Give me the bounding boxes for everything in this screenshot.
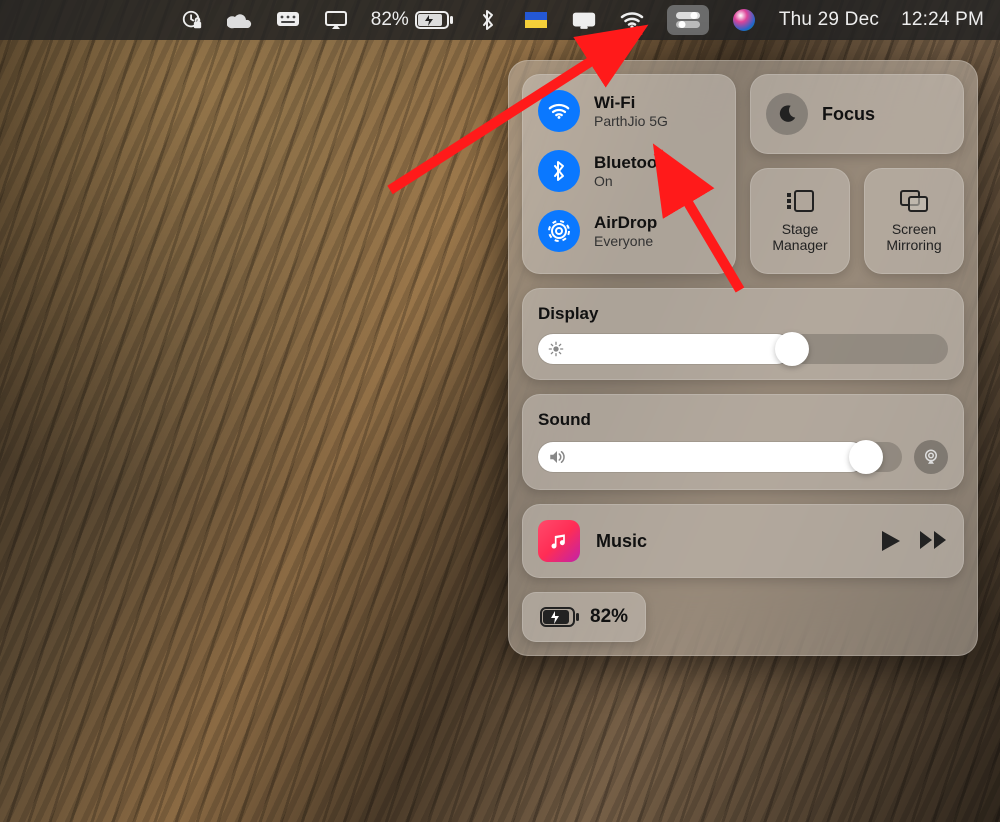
airdrop-row[interactable]: AirDrop Everyone [538, 210, 720, 252]
airdrop-subtitle: Everyone [594, 233, 657, 249]
small-tiles: StageManager ScreenMirroring [750, 168, 964, 274]
play-button[interactable] [882, 531, 900, 551]
display-menu-icon[interactable] [571, 7, 597, 33]
wifi-menu-icon[interactable] [619, 7, 645, 33]
airplay-menu-icon[interactable] [323, 7, 349, 33]
bluetooth-row[interactable]: Bluetooth On [538, 150, 720, 192]
battery-tile-icon [540, 607, 580, 627]
media-card[interactable]: Music [522, 504, 964, 578]
sound-card: Sound [522, 394, 964, 490]
connectivity-card: Wi-Fi ParthJio 5G Bluetooth On AirDrop E… [522, 74, 736, 274]
control-center-button[interactable] [667, 5, 709, 35]
display-title: Display [538, 304, 948, 324]
wifi-title: Wi-Fi [594, 93, 668, 113]
screen-mirroring-icon [899, 189, 929, 213]
control-center-panel: Wi-Fi ParthJio 5G Bluetooth On AirDrop E… [508, 60, 978, 656]
screen-mirroring-tile[interactable]: ScreenMirroring [864, 168, 964, 274]
bluetooth-title: Bluetooth [594, 153, 673, 173]
keyboard-input-icon[interactable] [275, 7, 301, 33]
stage-manager-icon [785, 189, 815, 213]
control-center-icon [676, 12, 700, 28]
stage-label-1: Stage [782, 221, 819, 237]
stage-label-2: Manager [772, 237, 827, 253]
battery-icon [415, 11, 453, 29]
focus-card[interactable]: Focus [750, 74, 964, 154]
wifi-row[interactable]: Wi-Fi ParthJio 5G [538, 90, 720, 132]
flag-icon[interactable] [523, 7, 549, 33]
bluetooth-menu-icon[interactable] [475, 7, 501, 33]
music-app-icon [538, 520, 580, 562]
airplay-audio-icon [922, 448, 940, 466]
menubar: 82% Thu 29 Dec 12:24 PM [0, 0, 1000, 40]
sound-airplay-button[interactable] [914, 440, 948, 474]
bluetooth-subtitle: On [594, 173, 673, 189]
battery-tile-label: 82% [590, 606, 628, 628]
siri-icon[interactable] [731, 7, 757, 33]
battery-row: 82% [522, 592, 964, 642]
forward-button[interactable] [920, 531, 948, 551]
stage-manager-tile[interactable]: StageManager [750, 168, 850, 274]
media-title: Music [596, 531, 866, 552]
speaker-icon [548, 449, 566, 465]
sound-title: Sound [538, 410, 948, 430]
battery-tile[interactable]: 82% [522, 592, 646, 642]
battery-percent-text: 82% [371, 9, 409, 31]
airdrop-icon [538, 210, 580, 252]
moon-icon [766, 93, 808, 135]
airdrop-title: AirDrop [594, 213, 657, 233]
display-card: Display [522, 288, 964, 380]
wifi-icon [538, 90, 580, 132]
mirror-label-1: Screen [892, 221, 936, 237]
battery-menu[interactable]: 82% [371, 9, 453, 31]
bluetooth-icon [538, 150, 580, 192]
wifi-subtitle: ParthJio 5G [594, 113, 668, 129]
sound-slider[interactable] [538, 442, 902, 472]
menubar-time[interactable]: 12:24 PM [901, 9, 984, 31]
brightness-icon [548, 341, 564, 357]
display-slider[interactable] [538, 334, 948, 364]
menubar-date[interactable]: Thu 29 Dec [779, 9, 879, 31]
cloud-icon[interactable] [227, 7, 253, 33]
focus-title: Focus [822, 104, 875, 125]
clock-lock-icon[interactable] [179, 7, 205, 33]
mirror-label-2: Mirroring [886, 237, 941, 253]
